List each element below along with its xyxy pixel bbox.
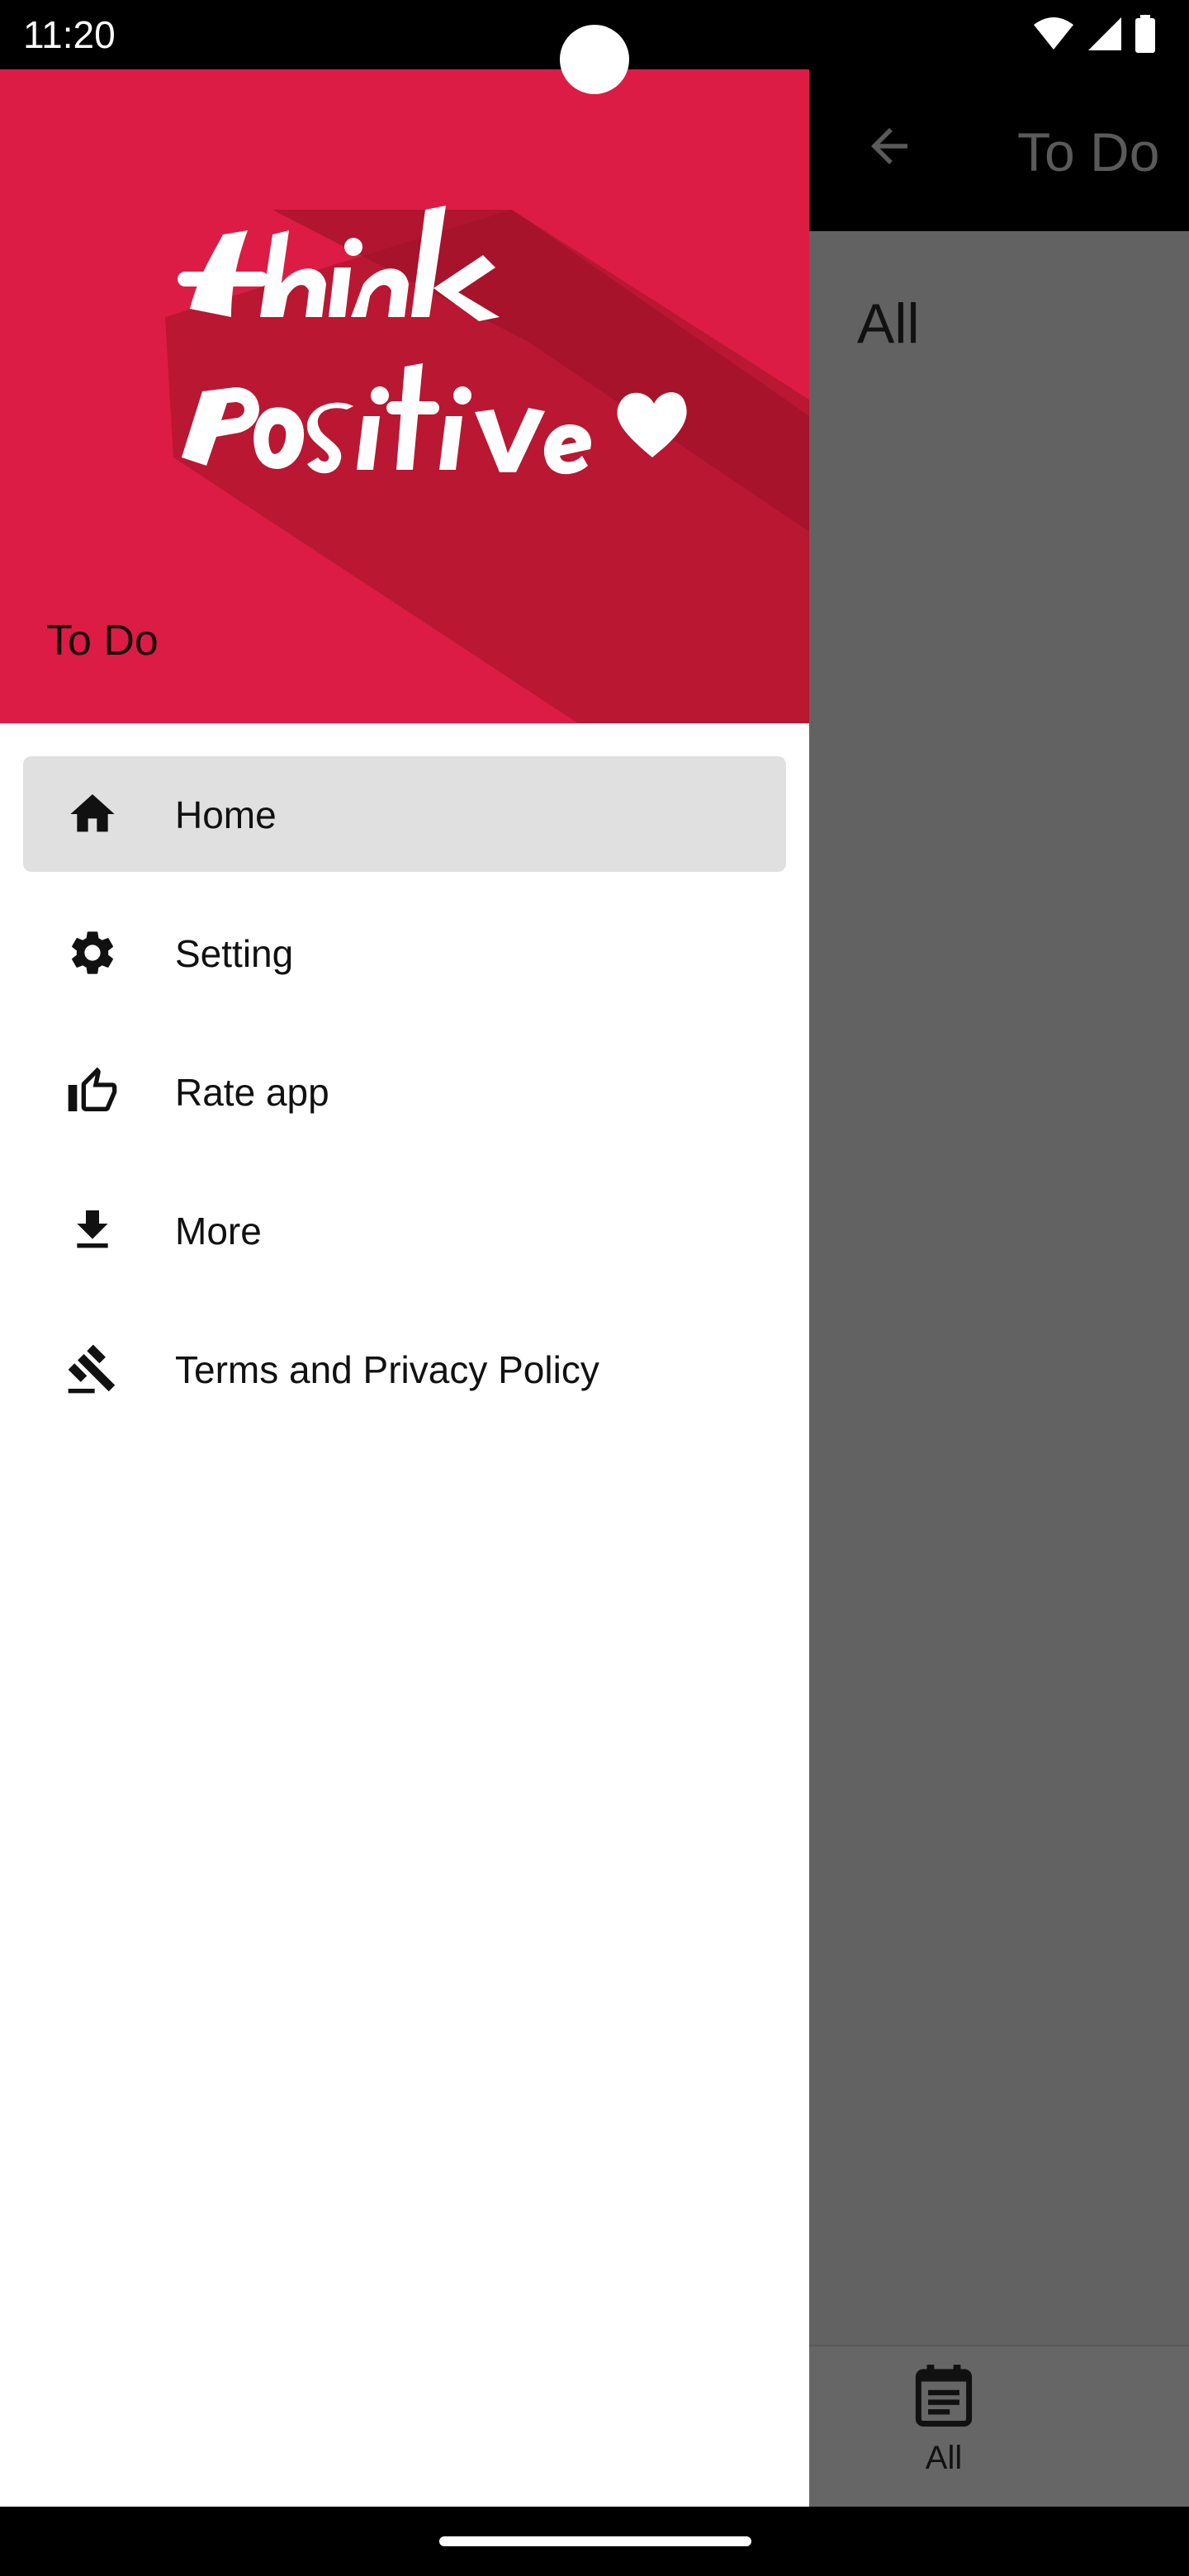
nav-item-all-label: All bbox=[925, 2440, 963, 2476]
filter-label: All bbox=[857, 292, 920, 355]
home-icon bbox=[70, 794, 115, 832]
app-title: To Do bbox=[1017, 121, 1160, 182]
drawer-item-label: Rate app bbox=[175, 1071, 329, 1114]
home-gesture-handle[interactable] bbox=[439, 2536, 751, 2546]
screen: 11:20 To Do All All To Do Home Setting R… bbox=[0, 0, 1189, 2576]
navigation-drawer: To Do Home Setting Rate app More Terms a… bbox=[0, 69, 809, 2507]
gesture-navigation-area bbox=[0, 2507, 1189, 2576]
drawer-header-title: To Do bbox=[46, 617, 159, 665]
drawer-menu: Home Setting Rate app More Terms and Pri… bbox=[0, 756, 809, 1450]
cell-signal-icon bbox=[1088, 17, 1121, 50]
drawer-item-setting[interactable]: Setting bbox=[23, 895, 786, 1011]
drawer-item-label: More bbox=[175, 1210, 262, 1252]
drawer-item-home[interactable]: Home bbox=[23, 756, 786, 872]
drawer-item-label: Home bbox=[175, 793, 277, 836]
wifi-icon bbox=[1034, 17, 1073, 50]
drawer-item-terms-privacy[interactable]: Terms and Privacy Policy bbox=[23, 1311, 786, 1427]
drawer-item-rate-app[interactable]: Rate app bbox=[23, 1034, 786, 1149]
thumbs-up-icon bbox=[68, 1067, 117, 1111]
back-arrow-icon[interactable] bbox=[862, 119, 917, 173]
drawer-header: To Do bbox=[0, 69, 809, 723]
status-icons bbox=[1032, 15, 1156, 53]
drawer-item-label: Terms and Privacy Policy bbox=[175, 1348, 599, 1391]
download-icon bbox=[77, 1210, 108, 1248]
gavel-icon bbox=[68, 1344, 116, 1394]
drawer-item-more[interactable]: More bbox=[23, 1172, 786, 1288]
battery-icon bbox=[1135, 15, 1155, 53]
app-toolbar: To Do bbox=[809, 69, 1189, 231]
app-content: All bbox=[809, 231, 1189, 2345]
bottom-navigation: All bbox=[809, 2345, 1189, 2508]
drawer-item-label: Setting bbox=[175, 932, 294, 975]
status-time: 11:20 bbox=[23, 13, 116, 56]
calendar-note-icon bbox=[915, 2365, 973, 2427]
gear-icon bbox=[72, 931, 113, 974]
camera-cutout bbox=[560, 25, 629, 94]
nav-item-all[interactable]: All bbox=[915, 2365, 973, 2478]
